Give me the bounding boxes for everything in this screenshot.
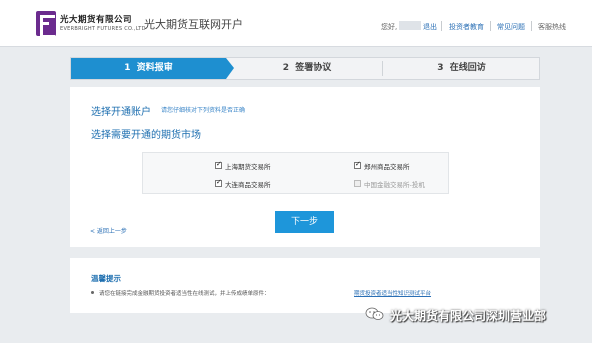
step-number: 2 xyxy=(282,63,289,73)
progress-steps: 1 资料报审 2 签署协议 3 在线回访 xyxy=(70,57,540,80)
main-form-card: 选择开通账户 请您仔细核对下列资料是否正确 选择需要开通的期货市场 上海期货交易… xyxy=(70,87,540,247)
step-1: 1 资料报审 xyxy=(71,58,226,79)
divider xyxy=(441,21,442,31)
step-2: 2 签署协议 xyxy=(234,58,380,79)
select-account-hint[interactable]: 请您仔细核对下列资料是否正确 xyxy=(161,105,245,114)
tips-title: 温馨提示 xyxy=(91,274,121,283)
logo-company-name: 光大期货有限公司 xyxy=(60,15,133,25)
divider xyxy=(490,21,491,31)
market-checkbox-czce[interactable] xyxy=(354,160,361,169)
step-number: 1 xyxy=(124,63,131,73)
page-title: 光大期货互联网开户 xyxy=(144,18,243,31)
market-checkbox-shfe[interactable] xyxy=(215,160,222,169)
step-label: 在线回访 xyxy=(449,63,486,73)
market-checkbox-dce[interactable] xyxy=(215,178,222,187)
select-account-title: 选择开通账户 xyxy=(91,107,151,118)
user-greeting: 您好, xyxy=(381,23,398,31)
tips-text: 请您在链接完成金融期货投资者适当性在线测试，并上传成绩单原件： xyxy=(99,291,270,297)
faq-link[interactable]: 常见问题 xyxy=(497,22,525,32)
step-3: 3 在线回访 xyxy=(384,58,539,79)
market-checkbox-cffex[interactable] xyxy=(354,180,361,187)
top-header: 光大期货有限公司 EVERBRIGHT FUTURES CO.,LTD 光大期货… xyxy=(0,0,592,47)
step-arrow xyxy=(226,58,234,79)
user-name-redacted xyxy=(399,21,421,30)
divider xyxy=(382,61,383,76)
step-number: 3 xyxy=(437,63,444,73)
logo-company-name-en: EVERBRIGHT FUTURES CO.,LTD xyxy=(60,26,146,32)
market-label: 中国金融交易所-投机 xyxy=(364,181,425,189)
bullet-icon xyxy=(91,291,94,294)
market-options: 上海期货交易所 郑州商品交易所 大连商品交易所 中国金融交易所-投机 xyxy=(142,152,449,194)
prev-step-link[interactable]: < 返回上一步 xyxy=(90,226,127,235)
divider xyxy=(531,21,532,31)
market-title: 选择需要开通的期货市场 xyxy=(91,130,201,141)
step-label: 签署协议 xyxy=(295,63,332,73)
tips-card: 温馨提示 请您在链接完成金融期货投资者适当性在线测试，并上传成绩单原件： 期货投… xyxy=(70,258,540,313)
step-label: 资料报审 xyxy=(136,63,173,73)
watermark-text: 光大期货有限公司深圳营业部 xyxy=(390,309,547,323)
market-label: 上海期货交易所 xyxy=(225,163,271,171)
market-label: 郑州商品交易所 xyxy=(364,163,410,171)
market-label: 大连商品交易所 xyxy=(225,181,271,189)
company-logo-icon xyxy=(36,11,56,38)
wechat-icon xyxy=(365,307,384,320)
logout-link[interactable]: 退出 xyxy=(423,22,437,32)
suitability-test-link[interactable]: 期货投资者适当性知识测试平台 xyxy=(354,289,431,297)
hotline-label: 客服热线 xyxy=(538,23,566,31)
next-step-button[interactable]: 下一步 xyxy=(275,211,334,233)
investor-education-link[interactable]: 投资者教育 xyxy=(449,22,484,32)
